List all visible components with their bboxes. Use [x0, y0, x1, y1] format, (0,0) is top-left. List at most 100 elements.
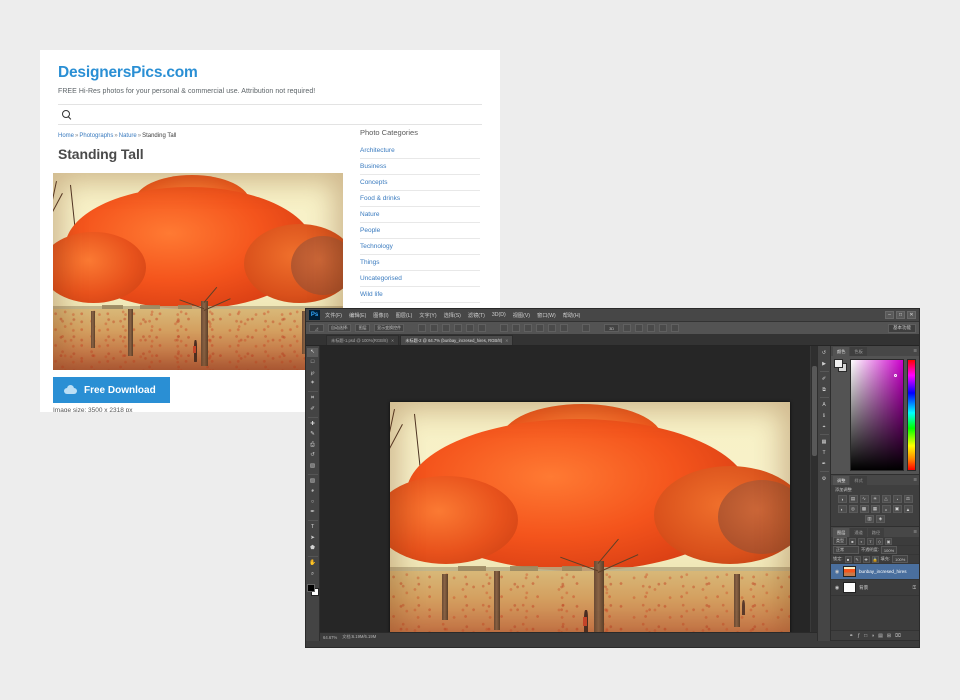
exposure-icon[interactable]: ☀: [871, 495, 880, 503]
zoom-tool-icon[interactable]: ⌕: [307, 570, 318, 579]
3d-scale-icon[interactable]: [671, 324, 679, 332]
eraser-tool-icon[interactable]: ▧: [307, 462, 318, 471]
workspace-switcher[interactable]: 基本功能: [888, 324, 916, 333]
foreground-swatch[interactable]: [834, 359, 843, 368]
auto-align-icon[interactable]: [582, 324, 590, 332]
vibrance-icon[interactable]: △: [882, 495, 891, 503]
tab-swatches[interactable]: 色板: [850, 347, 866, 356]
path-select-tool-icon[interactable]: ➤: [307, 534, 318, 543]
fill-value[interactable]: 100%: [892, 555, 908, 563]
distribute-center-icon[interactable]: [548, 324, 556, 332]
info-panel-icon[interactable]: ℹ: [819, 412, 829, 420]
pen-tool-icon[interactable]: ✒: [307, 509, 318, 518]
blur-tool-icon[interactable]: ◕: [307, 488, 318, 497]
gradient-tool-icon[interactable]: ▨: [307, 477, 318, 486]
swatches-panel-icon[interactable]: ▦: [819, 438, 829, 446]
align-left-icon[interactable]: [418, 324, 426, 332]
menu-item[interactable]: 滤镜(T): [468, 312, 485, 319]
category-item[interactable]: People: [360, 223, 480, 239]
search-bar[interactable]: [58, 104, 482, 125]
menu-item[interactable]: 文件(F): [325, 312, 342, 319]
distribute-left-icon[interactable]: [536, 324, 544, 332]
menu-item[interactable]: 窗口(W): [537, 312, 556, 319]
posterize-icon[interactable]: ▣: [893, 505, 902, 513]
tab-color[interactable]: 颜色: [833, 347, 849, 356]
distribute-middle-icon[interactable]: [512, 324, 520, 332]
menu-item[interactable]: 视图(V): [513, 312, 530, 319]
3d-drag-icon[interactable]: [647, 324, 655, 332]
category-item[interactable]: Wild life: [360, 287, 480, 303]
type-tool-icon[interactable]: T: [307, 524, 318, 533]
distribute-right-icon[interactable]: [560, 324, 568, 332]
adjustment-layer-icon[interactable]: ◑: [871, 633, 874, 639]
curves-icon[interactable]: ∿: [860, 495, 869, 503]
levels-icon[interactable]: ▤: [849, 495, 858, 503]
color-picker-handle[interactable]: [894, 374, 897, 377]
foreground-color-swatch[interactable]: [307, 584, 315, 592]
lock-all-icon[interactable]: 🔒: [872, 556, 879, 563]
properties-panel-icon[interactable]: ⚙: [819, 475, 829, 483]
layer-filter-type[interactable]: 类型: [833, 537, 847, 545]
3d-roll-icon[interactable]: [635, 324, 643, 332]
align-center-h-icon[interactable]: [430, 324, 438, 332]
gradient-map-icon[interactable]: ▥: [865, 515, 874, 523]
panel-menu-icon[interactable]: ☰: [913, 529, 917, 534]
brush-tool-icon[interactable]: ✎: [307, 431, 318, 440]
hue-saturation-icon[interactable]: ◔: [893, 495, 902, 503]
document-tab[interactable]: 未标题-1.psd @ 100%(RGB/8)✕: [326, 335, 399, 345]
foreground-background-swatches[interactable]: [834, 359, 847, 372]
distribute-bottom-icon[interactable]: [524, 324, 532, 332]
move-tool-icon[interactable]: ◿: [309, 324, 324, 332]
marquee-tool-icon[interactable]: □: [307, 359, 318, 368]
auto-select-dropdown[interactable]: 图层: [355, 324, 370, 332]
show-transform-checkbox[interactable]: 显示变换控件: [374, 324, 404, 332]
eyedropper-tool-icon[interactable]: ✐: [307, 405, 318, 414]
category-item[interactable]: Concepts: [360, 175, 480, 191]
color-balance-icon[interactable]: ⚖: [904, 495, 913, 503]
menu-item[interactable]: 帮助(H): [563, 312, 581, 319]
document-size[interactable]: 文档:6.19M/6.19M: [342, 634, 376, 640]
breadcrumb-nature[interactable]: Nature: [119, 133, 137, 139]
saturation-value-field[interactable]: [850, 359, 904, 471]
zoom-level[interactable]: 64.67%: [323, 635, 337, 640]
new-layer-icon[interactable]: ⊞: [887, 633, 891, 639]
healing-brush-tool-icon[interactable]: ✚: [307, 420, 318, 429]
layer-visibility-icon[interactable]: ◉: [834, 569, 840, 575]
tab-adjustments[interactable]: 调整: [833, 476, 849, 485]
align-top-icon[interactable]: [454, 324, 462, 332]
threshold-icon[interactable]: ▲: [904, 505, 913, 513]
history-panel-icon[interactable]: ↺: [819, 349, 829, 357]
dodge-tool-icon[interactable]: ○: [307, 498, 318, 507]
opacity-value[interactable]: 100%: [881, 546, 897, 554]
filter-shape-icon[interactable]: ◇: [876, 538, 883, 545]
canvas-vertical-scrollbar[interactable]: [810, 346, 817, 634]
tab-layers[interactable]: 图层: [833, 528, 849, 537]
filter-type-icon[interactable]: T: [867, 538, 874, 545]
menu-item[interactable]: 图像(I): [373, 312, 388, 319]
character-panel-icon[interactable]: A: [819, 401, 829, 409]
align-bottom-icon[interactable]: [478, 324, 486, 332]
filter-smart-icon[interactable]: ▣: [885, 538, 892, 545]
move-tool-icon[interactable]: ↖: [307, 348, 318, 357]
delete-layer-icon[interactable]: ⌧: [895, 633, 901, 639]
lasso-tool-icon[interactable]: ℘: [307, 369, 318, 378]
site-logo[interactable]: DesignersPics.com: [58, 64, 482, 83]
category-item[interactable]: Food & drinks: [360, 191, 480, 207]
shape-tool-icon[interactable]: ⬟: [307, 545, 318, 554]
paths-panel-icon[interactable]: ✒: [819, 460, 829, 468]
tab-channels[interactable]: 通道: [850, 528, 866, 537]
lock-image-icon[interactable]: ✎: [854, 556, 861, 563]
menu-item[interactable]: 选择(S): [444, 312, 461, 319]
document-tab-close-icon[interactable]: ✕: [505, 338, 508, 343]
category-item[interactable]: Architecture: [360, 143, 480, 159]
invert-icon[interactable]: ◒: [882, 505, 891, 513]
history-brush-tool-icon[interactable]: ↺: [307, 452, 318, 461]
selective-color-icon[interactable]: ◈: [876, 515, 885, 523]
close-button[interactable]: ✕: [907, 311, 916, 319]
canvas-area[interactable]: 64.67% 文档:6.19M/6.19M: [320, 346, 818, 641]
align-right-icon[interactable]: [442, 324, 450, 332]
brush-panel-icon[interactable]: ✐: [819, 375, 829, 383]
menu-item[interactable]: 图层(L): [396, 312, 413, 319]
clone-stamp-tool-icon[interactable]: ⎙: [307, 441, 318, 450]
3d-slide-icon[interactable]: [659, 324, 667, 332]
